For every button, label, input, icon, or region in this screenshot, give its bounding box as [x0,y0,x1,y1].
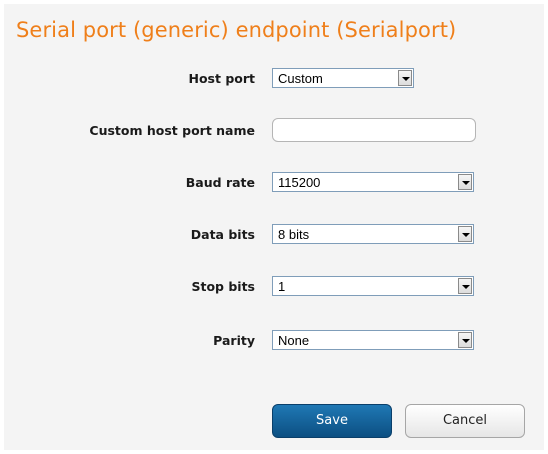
stop-bits-value: 1 [278,279,286,294]
settings-panel: Serial port (generic) endpoint (Serialpo… [4,4,544,450]
chevron-down-icon[interactable] [458,332,472,348]
page-title: Serial port (generic) endpoint (Serialpo… [16,18,457,42]
baud-rate-value: 115200 [278,175,321,190]
parity-label: Parity [213,333,255,348]
custom-host-port-name-label: Custom host port name [89,123,255,138]
baud-rate-label: Baud rate [185,175,255,190]
host-port-value: Custom [278,71,323,86]
baud-rate-select[interactable]: 115200 [272,172,474,192]
save-button[interactable]: Save [272,404,392,438]
host-port-select[interactable]: Custom [272,68,414,88]
custom-host-port-name-input[interactable] [272,118,476,142]
chevron-down-icon[interactable] [398,70,412,86]
parity-select[interactable]: None [272,330,474,350]
stop-bits-label: Stop bits [191,279,255,294]
data-bits-label: Data bits [190,227,255,242]
host-port-label: Host port [188,71,256,86]
data-bits-select[interactable]: 8 bits [272,224,474,244]
data-bits-value: 8 bits [278,227,310,242]
chevron-down-icon[interactable] [458,174,472,190]
chevron-down-icon[interactable] [458,278,472,294]
chevron-down-icon[interactable] [458,226,472,242]
cancel-button[interactable]: Cancel [405,404,525,438]
stop-bits-select[interactable]: 1 [272,276,474,296]
parity-value: None [278,333,310,348]
